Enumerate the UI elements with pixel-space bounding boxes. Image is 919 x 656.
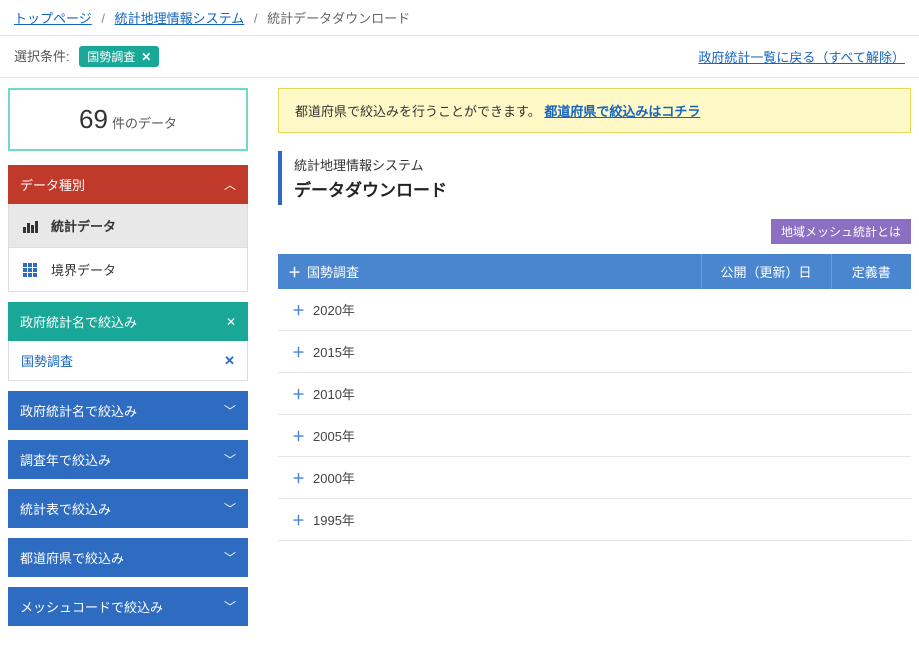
sidebar: 69 件のデータ データ種別 ︿ 統計データ 境界データ bbox=[8, 88, 248, 636]
filter-tag[interactable]: 国勢調査 ✕ bbox=[79, 46, 159, 67]
table-row[interactable]: ＋2020年 bbox=[278, 289, 911, 331]
panel-title: メッシュコードで絞込み bbox=[20, 597, 163, 616]
chevron-down-icon: ﹀ bbox=[224, 549, 236, 566]
page-title: 統計地理情報システム データダウンロード bbox=[278, 151, 911, 205]
type-item-boundary[interactable]: 境界データ bbox=[8, 248, 248, 292]
panel-title: 調査年で絞込み bbox=[20, 450, 111, 469]
chevron-down-icon: ﹀ bbox=[224, 451, 236, 468]
plus-icon: ＋ bbox=[292, 471, 305, 486]
th-name[interactable]: ＋国勢調査 bbox=[278, 254, 701, 289]
close-icon[interactable]: ✕ bbox=[226, 315, 236, 329]
mesh-info-badge[interactable]: 地域メッシュ統計とは bbox=[771, 219, 911, 244]
panel-name-filter: 政府統計名で絞込み ✕ 国勢調査 ✕ bbox=[8, 302, 248, 381]
th-pub: 公開（更新）日 bbox=[701, 254, 831, 289]
chevron-down-icon: ﹀ bbox=[224, 402, 236, 419]
plus-icon: ＋ bbox=[292, 345, 305, 360]
chevron-up-icon: ︿ bbox=[224, 176, 236, 193]
count-number: 69 bbox=[79, 104, 108, 134]
count-text: 件のデータ bbox=[112, 116, 177, 131]
th-def: 定義書 bbox=[831, 254, 911, 289]
result-count: 69 件のデータ bbox=[8, 88, 248, 151]
notice-link[interactable]: 都道府県で絞込みはコチラ bbox=[544, 104, 700, 119]
filter-tag-text: 国勢調査 bbox=[87, 48, 135, 65]
close-icon[interactable]: ✕ bbox=[141, 50, 151, 64]
reset-filters-link[interactable]: 政府統計一覧に戻る（すべて解除） bbox=[698, 47, 905, 66]
page-subtitle: 統計地理情報システム bbox=[294, 155, 911, 174]
panel-title: データ種別 bbox=[20, 175, 85, 194]
breadcrumb-link-top[interactable]: トップページ bbox=[14, 11, 92, 26]
selected-filter-label: 国勢調査 bbox=[21, 351, 73, 370]
panel-title: 政府統計名で絞込み bbox=[20, 312, 137, 331]
table-row[interactable]: ＋1995年 bbox=[278, 499, 911, 541]
filter-bar: 選択条件: 国勢調査 ✕ 政府統計一覧に戻る（すべて解除） bbox=[0, 36, 919, 78]
type-item-stats[interactable]: 統計データ bbox=[8, 204, 248, 248]
breadcrumb: トップページ / 統計地理情報システム / 統計データダウンロード bbox=[0, 0, 919, 36]
panel-header-name-filter[interactable]: 政府統計名で絞込み ✕ bbox=[8, 302, 248, 341]
panel-header-mesh[interactable]: メッシュコードで絞込み ﹀ bbox=[8, 587, 248, 626]
plus-icon: ＋ bbox=[292, 387, 305, 402]
notice-banner: 都道府県で絞込みを行うことができます。 都道府県で絞込みはコチラ bbox=[278, 88, 911, 133]
panel-header-year[interactable]: 調査年で絞込み ﹀ bbox=[8, 440, 248, 479]
panel-header-name[interactable]: 政府統計名で絞込み ﹀ bbox=[8, 391, 248, 430]
breadcrumb-sep: / bbox=[101, 11, 105, 26]
panel-data-type: データ種別 ︿ 統計データ 境界データ bbox=[8, 165, 248, 292]
page-main-title: データダウンロード bbox=[294, 176, 911, 201]
type-item-label: 境界データ bbox=[51, 260, 116, 279]
panel-header-prefecture[interactable]: 都道府県で絞込み ﹀ bbox=[8, 538, 248, 577]
plus-icon: ＋ bbox=[292, 429, 305, 444]
panel-header-table[interactable]: 統計表で絞込み ﹀ bbox=[8, 489, 248, 528]
data-table: ＋国勢調査 公開（更新）日 定義書 ＋2020年 ＋2015年 ＋2010年 ＋… bbox=[278, 254, 911, 541]
chevron-down-icon: ﹀ bbox=[224, 598, 236, 615]
plus-icon: ＋ bbox=[292, 303, 305, 318]
table-row[interactable]: ＋2005年 bbox=[278, 415, 911, 457]
panel-header-data-type[interactable]: データ種別 ︿ bbox=[8, 165, 248, 204]
breadcrumb-link-system[interactable]: 統計地理情報システム bbox=[115, 11, 245, 26]
table-row[interactable]: ＋2000年 bbox=[278, 457, 911, 499]
type-item-label: 統計データ bbox=[51, 216, 116, 235]
table-row[interactable]: ＋2015年 bbox=[278, 331, 911, 373]
plus-icon: ＋ bbox=[292, 513, 305, 528]
filter-label: 選択条件: bbox=[14, 49, 70, 64]
selected-filter-item[interactable]: 国勢調査 ✕ bbox=[8, 341, 248, 381]
stats-icon bbox=[23, 219, 41, 233]
notice-text: 都道府県で絞込みを行うことができます。 bbox=[295, 104, 541, 119]
table-row[interactable]: ＋2010年 bbox=[278, 373, 911, 415]
grid-icon bbox=[23, 263, 41, 277]
panel-title: 都道府県で絞込み bbox=[20, 548, 124, 567]
plus-icon: ＋ bbox=[288, 265, 301, 280]
breadcrumb-current: 統計データダウンロード bbox=[267, 11, 410, 26]
chevron-down-icon: ﹀ bbox=[224, 500, 236, 517]
panel-title: 政府統計名で絞込み bbox=[20, 401, 137, 420]
close-icon[interactable]: ✕ bbox=[224, 353, 235, 369]
main-content: 都道府県で絞込みを行うことができます。 都道府県で絞込みはコチラ 統計地理情報シ… bbox=[278, 88, 911, 541]
panel-title: 統計表で絞込み bbox=[20, 499, 111, 518]
breadcrumb-sep: / bbox=[254, 11, 258, 26]
